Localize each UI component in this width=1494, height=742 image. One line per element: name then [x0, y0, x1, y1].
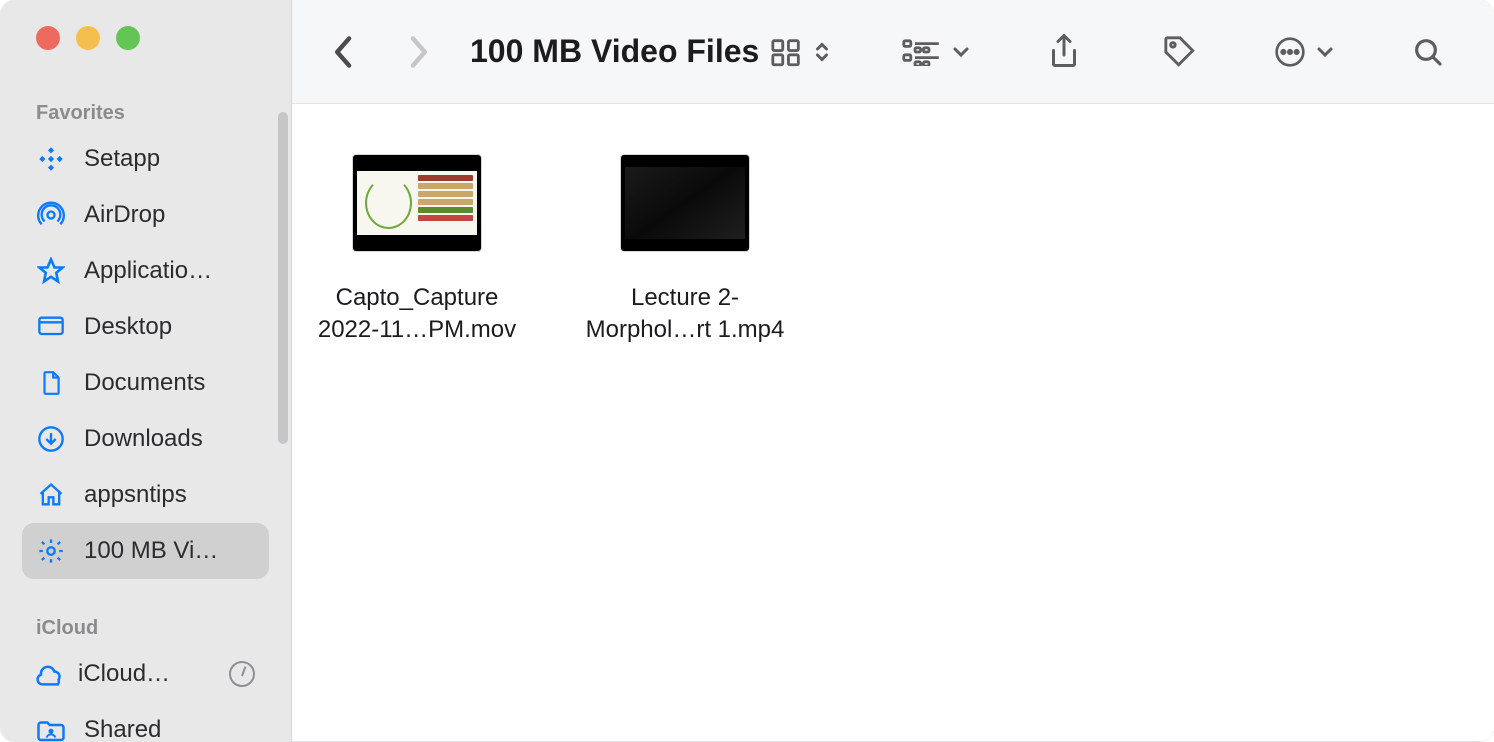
- file-name-line2: Morphol…rt 1.mp4: [586, 316, 785, 343]
- sidebar-item-shared[interactable]: Shared: [22, 702, 269, 742]
- file-name-line2: 2022-11…PM.mov: [318, 316, 516, 343]
- cloud-icon: [36, 659, 66, 689]
- finder-sidebar: Favorites Setapp AirDrop Applicatio…: [0, 0, 292, 742]
- sidebar-item-documents[interactable]: Documents: [22, 355, 269, 411]
- window-controls: [0, 0, 291, 60]
- sidebar-item-label: Desktop: [84, 313, 172, 341]
- file-name: Capto_Capture 2022-11…PM.mov: [312, 282, 522, 347]
- fullscreen-window-button[interactable]: [116, 26, 140, 50]
- forward-button[interactable]: [396, 30, 440, 74]
- chevron-down-icon: [1316, 45, 1334, 59]
- view-mode-button[interactable]: [770, 37, 830, 67]
- finder-window: Favorites Setapp AirDrop Applicatio…: [0, 0, 1494, 742]
- sidebar-item-home[interactable]: appsntips: [22, 467, 269, 523]
- sidebar-scrollbar[interactable]: [275, 112, 291, 444]
- sidebar-item-label: Downloads: [84, 425, 203, 453]
- sidebar-item-label: AirDrop: [84, 201, 165, 229]
- icloud-list: iCloud… Shared: [0, 646, 291, 742]
- sidebar-item-setapp[interactable]: Setapp: [22, 131, 269, 187]
- sidebar-item-airdrop[interactable]: AirDrop: [22, 187, 269, 243]
- up-down-chevron-icon: [814, 40, 830, 64]
- group-by-button[interactable]: [902, 38, 970, 66]
- file-name-line1: Capto_Capture: [336, 284, 499, 311]
- sidebar-item-label: Documents: [84, 369, 205, 397]
- minimize-window-button[interactable]: [76, 26, 100, 50]
- applications-icon: [36, 256, 66, 286]
- sidebar-item-smart-folder[interactable]: 100 MB Vi…: [22, 523, 269, 579]
- folder-title: 100 MB Video Files: [470, 33, 759, 70]
- sidebar-section-favorites: Favorites: [0, 60, 291, 131]
- sidebar-item-desktop[interactable]: Desktop: [22, 299, 269, 355]
- sidebar-item-label: iCloud…: [78, 660, 170, 688]
- sidebar-item-applications[interactable]: Applicatio…: [22, 243, 269, 299]
- video-thumbnail: [620, 154, 750, 252]
- navigation-buttons: [322, 30, 440, 74]
- gear-icon: [36, 536, 66, 566]
- more-actions-button[interactable]: [1274, 36, 1334, 68]
- file-grid[interactable]: Capto_Capture 2022-11…PM.mov Lecture 2- …: [292, 104, 1494, 741]
- video-thumbnail: [352, 154, 482, 252]
- toolbar-right: [770, 30, 1450, 74]
- back-button[interactable]: [322, 30, 366, 74]
- favorites-list: Setapp AirDrop Applicatio… Desktop: [0, 131, 291, 579]
- file-item[interactable]: Capto_Capture 2022-11…PM.mov: [312, 154, 522, 347]
- home-icon: [36, 480, 66, 510]
- sidebar-item-icloud-drive[interactable]: iCloud…: [22, 646, 269, 702]
- finder-main: 100 MB Video Files: [292, 0, 1494, 742]
- file-name: Lecture 2- Morphol…rt 1.mp4: [580, 282, 790, 347]
- sync-progress-icon: [229, 661, 255, 687]
- thumbnail-preview: [357, 171, 477, 235]
- airdrop-icon: [36, 200, 66, 230]
- setapp-icon: [36, 144, 66, 174]
- share-button[interactable]: [1042, 30, 1086, 74]
- sidebar-item-downloads[interactable]: Downloads: [22, 411, 269, 467]
- file-item[interactable]: Lecture 2- Morphol…rt 1.mp4: [580, 154, 790, 347]
- search-button[interactable]: [1406, 30, 1450, 74]
- desktop-icon: [36, 312, 66, 342]
- tags-button[interactable]: [1158, 30, 1202, 74]
- file-name-line1: Lecture 2-: [631, 284, 739, 311]
- sidebar-item-label: appsntips: [84, 481, 187, 509]
- chevron-down-icon: [952, 45, 970, 59]
- sidebar-item-label: Shared: [84, 716, 161, 742]
- sidebar-item-label: Applicatio…: [84, 257, 212, 285]
- downloads-icon: [36, 424, 66, 454]
- finder-toolbar: 100 MB Video Files: [292, 0, 1494, 104]
- sidebar-item-label: 100 MB Vi…: [84, 537, 218, 565]
- sidebar-section-icloud: iCloud: [0, 579, 291, 646]
- documents-icon: [36, 368, 66, 398]
- shared-folder-icon: [36, 715, 66, 742]
- sidebar-item-label: Setapp: [84, 145, 160, 173]
- thumbnail-preview: [625, 167, 745, 239]
- scrollbar-thumb[interactable]: [278, 112, 288, 444]
- close-window-button[interactable]: [36, 26, 60, 50]
